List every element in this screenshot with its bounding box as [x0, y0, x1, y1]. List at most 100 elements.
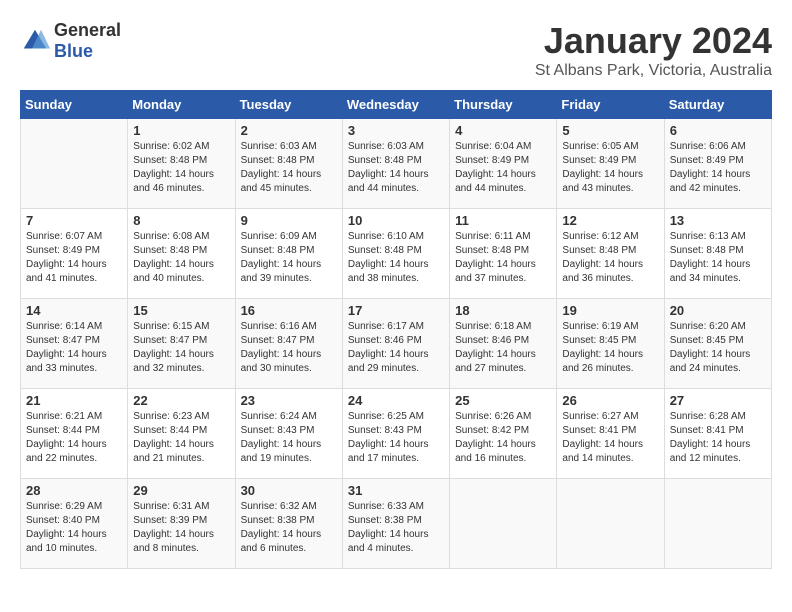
day-info: Sunrise: 6:16 AM Sunset: 8:47 PM Dayligh… — [241, 320, 337, 376]
day-info: Sunrise: 6:10 AM Sunset: 8:48 PM Dayligh… — [348, 230, 444, 286]
day-number: 29 — [133, 483, 229, 498]
header-row: SundayMondayTuesdayWednesdayThursdayFrid… — [21, 91, 772, 119]
week-row-1: 1 Sunrise: 6:02 AM Sunset: 8:48 PM Daylig… — [21, 119, 772, 209]
day-number: 8 — [133, 213, 229, 228]
calendar-cell — [21, 119, 128, 209]
day-number: 17 — [348, 303, 444, 318]
calendar-title: January 2024 — [535, 20, 772, 62]
week-row-3: 14 Sunrise: 6:14 AM Sunset: 8:47 PM Dayli… — [21, 299, 772, 389]
logo-general: General — [54, 20, 121, 40]
calendar-table: SundayMondayTuesdayWednesdayThursdayFrid… — [20, 90, 772, 569]
week-row-5: 28Sunrise: 6:29 AM Sunset: 8:40 PM Dayli… — [21, 479, 772, 569]
day-number: 26 — [562, 393, 658, 408]
day-number: 15 — [133, 303, 229, 318]
day-info: Sunrise: 6:06 AM Sunset: 8:49 PM Dayligh… — [670, 140, 766, 196]
day-info: Sunrise: 6:18 AM Sunset: 8:46 PM Dayligh… — [455, 320, 551, 376]
day-info: Sunrise: 6:14 AM Sunset: 8:47 PM Dayligh… — [26, 320, 122, 376]
day-number: 5 — [562, 123, 658, 138]
calendar-cell: 5Sunrise: 6:05 AM Sunset: 8:49 PM Daylig… — [557, 119, 664, 209]
day-number: 6 — [670, 123, 766, 138]
calendar-cell: 27 Sunrise: 6:28 AM Sunset: 8:41 PM Dayli… — [664, 389, 771, 479]
calendar-cell: 2Sunrise: 6:03 AM Sunset: 8:48 PM Daylig… — [235, 119, 342, 209]
calendar-cell: 15 Sunrise: 6:15 AM Sunset: 8:47 PM Dayli… — [128, 299, 235, 389]
day-number: 22 — [133, 393, 229, 408]
header-day-tuesday: Tuesday — [235, 91, 342, 119]
calendar-cell: 30Sunrise: 6:32 AM Sunset: 8:38 PM Dayli… — [235, 479, 342, 569]
day-number: 20 — [670, 303, 766, 318]
calendar-cell: 25 Sunrise: 6:26 AM Sunset: 8:42 PM Dayli… — [450, 389, 557, 479]
day-number: 3 — [348, 123, 444, 138]
calendar-cell — [450, 479, 557, 569]
day-info: Sunrise: 6:02 AM Sunset: 8:48 PM Dayligh… — [133, 140, 229, 196]
day-info: Sunrise: 6:20 AM Sunset: 8:45 PM Dayligh… — [670, 320, 766, 376]
calendar-cell: 22 Sunrise: 6:23 AM Sunset: 8:44 PM Dayli… — [128, 389, 235, 479]
day-info: Sunrise: 6:25 AM Sunset: 8:43 PM Dayligh… — [348, 410, 444, 466]
day-info: Sunrise: 6:07 AM Sunset: 8:49 PM Dayligh… — [26, 230, 122, 286]
day-number: 7 — [26, 213, 122, 228]
day-number: 23 — [241, 393, 337, 408]
calendar-cell: 7 Sunrise: 6:07 AM Sunset: 8:49 PM Daylig… — [21, 209, 128, 299]
day-number: 2 — [241, 123, 337, 138]
day-number: 9 — [241, 213, 337, 228]
calendar-cell: 20 Sunrise: 6:20 AM Sunset: 8:45 PM Dayli… — [664, 299, 771, 389]
logo-icon — [20, 26, 50, 56]
day-info: Sunrise: 6:15 AM Sunset: 8:47 PM Dayligh… — [133, 320, 229, 376]
calendar-cell: 3 Sunrise: 6:03 AM Sunset: 8:48 PM Daylig… — [342, 119, 449, 209]
day-number: 21 — [26, 393, 122, 408]
day-info: Sunrise: 6:21 AM Sunset: 8:44 PM Dayligh… — [26, 410, 122, 466]
calendar-subtitle: St Albans Park, Victoria, Australia — [535, 62, 772, 80]
calendar-cell: 17 Sunrise: 6:17 AM Sunset: 8:46 PM Dayli… — [342, 299, 449, 389]
title-section: January 2024 St Albans Park, Victoria, A… — [535, 20, 772, 80]
day-number: 27 — [670, 393, 766, 408]
calendar-cell: 12Sunrise: 6:12 AM Sunset: 8:48 PM Dayli… — [557, 209, 664, 299]
day-number: 19 — [562, 303, 658, 318]
day-number: 18 — [455, 303, 551, 318]
day-number: 25 — [455, 393, 551, 408]
day-number: 14 — [26, 303, 122, 318]
day-info: Sunrise: 6:24 AM Sunset: 8:43 PM Dayligh… — [241, 410, 337, 466]
calendar-cell: 26 Sunrise: 6:27 AM Sunset: 8:41 PM Dayli… — [557, 389, 664, 479]
calendar-cell: 14 Sunrise: 6:14 AM Sunset: 8:47 PM Dayli… — [21, 299, 128, 389]
calendar-cell — [664, 479, 771, 569]
day-info: Sunrise: 6:03 AM Sunset: 8:48 PM Dayligh… — [348, 140, 444, 196]
header-day-thursday: Thursday — [450, 91, 557, 119]
calendar-cell: 24 Sunrise: 6:25 AM Sunset: 8:43 PM Dayli… — [342, 389, 449, 479]
day-info: Sunrise: 6:26 AM Sunset: 8:42 PM Dayligh… — [455, 410, 551, 466]
day-info: Sunrise: 6:29 AM Sunset: 8:40 PM Dayligh… — [26, 500, 122, 556]
day-info: Sunrise: 6:28 AM Sunset: 8:41 PM Dayligh… — [670, 410, 766, 466]
calendar-cell — [557, 479, 664, 569]
calendar-header: SundayMondayTuesdayWednesdayThursdayFrid… — [21, 91, 772, 119]
day-info: Sunrise: 6:13 AM Sunset: 8:48 PM Dayligh… — [670, 230, 766, 286]
day-info: Sunrise: 6:19 AM Sunset: 8:45 PM Dayligh… — [562, 320, 658, 376]
logo: General Blue — [20, 20, 121, 62]
calendar-cell: 10Sunrise: 6:10 AM Sunset: 8:48 PM Dayli… — [342, 209, 449, 299]
day-number: 13 — [670, 213, 766, 228]
header-day-wednesday: Wednesday — [342, 91, 449, 119]
calendar-cell: 19 Sunrise: 6:19 AM Sunset: 8:45 PM Dayli… — [557, 299, 664, 389]
day-info: Sunrise: 6:23 AM Sunset: 8:44 PM Dayligh… — [133, 410, 229, 466]
day-info: Sunrise: 6:27 AM Sunset: 8:41 PM Dayligh… — [562, 410, 658, 466]
day-info: Sunrise: 6:09 AM Sunset: 8:48 PM Dayligh… — [241, 230, 337, 286]
calendar-body: 1 Sunrise: 6:02 AM Sunset: 8:48 PM Daylig… — [21, 119, 772, 569]
logo-blue: Blue — [54, 41, 93, 61]
day-number: 4 — [455, 123, 551, 138]
header-day-saturday: Saturday — [664, 91, 771, 119]
calendar-cell: 1 Sunrise: 6:02 AM Sunset: 8:48 PM Daylig… — [128, 119, 235, 209]
header: General Blue January 2024 St Albans Park… — [20, 20, 772, 80]
day-info: Sunrise: 6:04 AM Sunset: 8:49 PM Dayligh… — [455, 140, 551, 196]
day-number: 24 — [348, 393, 444, 408]
day-info: Sunrise: 6:08 AM Sunset: 8:48 PM Dayligh… — [133, 230, 229, 286]
calendar-cell: 11Sunrise: 6:11 AM Sunset: 8:48 PM Dayli… — [450, 209, 557, 299]
day-number: 1 — [133, 123, 229, 138]
day-info: Sunrise: 6:17 AM Sunset: 8:46 PM Dayligh… — [348, 320, 444, 376]
calendar-cell: 21 Sunrise: 6:21 AM Sunset: 8:44 PM Dayli… — [21, 389, 128, 479]
calendar-cell: 29Sunrise: 6:31 AM Sunset: 8:39 PM Dayli… — [128, 479, 235, 569]
day-number: 16 — [241, 303, 337, 318]
calendar-cell: 13 Sunrise: 6:13 AM Sunset: 8:48 PM Dayli… — [664, 209, 771, 299]
day-info: Sunrise: 6:11 AM Sunset: 8:48 PM Dayligh… — [455, 230, 551, 286]
day-number: 30 — [241, 483, 337, 498]
calendar-cell: 31Sunrise: 6:33 AM Sunset: 8:38 PM Dayli… — [342, 479, 449, 569]
day-info: Sunrise: 6:12 AM Sunset: 8:48 PM Dayligh… — [562, 230, 658, 286]
header-day-sunday: Sunday — [21, 91, 128, 119]
calendar-cell: 16 Sunrise: 6:16 AM Sunset: 8:47 PM Dayli… — [235, 299, 342, 389]
